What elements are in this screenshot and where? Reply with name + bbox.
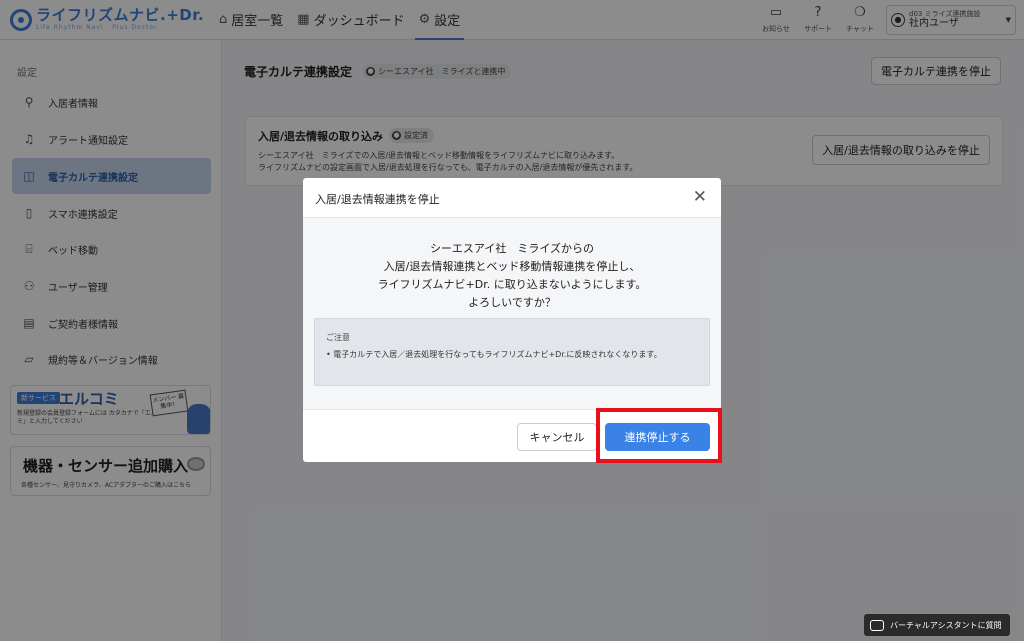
caution-item: • 電子カルテで入居／退去処理を行なってもライフリズムナビ+Dr.に反映されなく… <box>326 350 662 359</box>
close-icon[interactable]: ✕ <box>693 187 707 207</box>
virtual-assistant-button[interactable]: バーチャルアシスタントに質問 <box>864 614 1010 636</box>
dialog-header: 入居/退去情報連携を停止 ✕ <box>303 178 721 218</box>
cancel-button[interactable]: キャンセル <box>517 423 597 451</box>
highlight-box <box>596 408 722 463</box>
dialog-title: 入居/退去情報連携を停止 <box>315 193 440 206</box>
caution-title: ご注意 <box>326 333 350 342</box>
dialog-body: シーエスアイ社 ミライズからの 入居/退去情報連携とベッド移動情報連携を停止し、… <box>303 218 721 409</box>
robot-icon <box>870 619 884 631</box>
caution-box: ご注意 • 電子カルテで入居／退去処理を行なってもライフリズムナビ+Dr.に反映… <box>314 318 710 386</box>
confirmation-message: シーエスアイ社 ミライズからの 入居/退去情報連携とベッド移動情報連携を停止し、… <box>377 242 647 309</box>
